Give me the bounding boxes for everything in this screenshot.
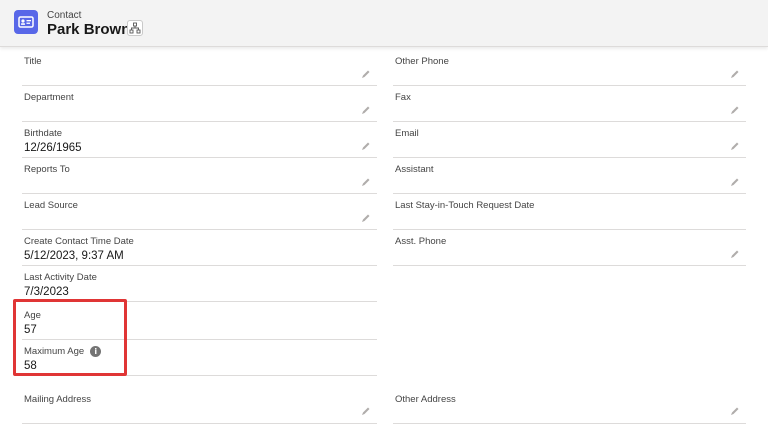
edit-pencil-icon[interactable] xyxy=(361,141,371,151)
field-create-contact-time-date: Create Contact Time Date 5/12/2023, 9:37… xyxy=(22,230,377,266)
record-header: Contact Park Brown xyxy=(0,0,768,47)
edit-pencil-icon[interactable] xyxy=(361,213,371,223)
field-department: Department xyxy=(22,86,377,122)
field-label: Department xyxy=(24,92,74,103)
field-lead-source: Lead Source xyxy=(22,194,377,230)
field-mailing-address: Mailing Address xyxy=(22,388,377,424)
field-label: Lead Source xyxy=(24,200,78,211)
edit-pencil-icon[interactable] xyxy=(730,69,740,79)
field-label: Birthdate xyxy=(24,128,63,139)
edit-pencil-icon[interactable] xyxy=(730,141,740,151)
edit-pencil-icon[interactable] xyxy=(361,177,371,187)
highlight-annotation-box xyxy=(13,299,127,376)
edit-pencil-icon[interactable] xyxy=(361,69,371,79)
field-label: Asst. Phone xyxy=(395,236,447,247)
field-label: Assistant xyxy=(395,164,434,175)
field-label: Last Activity Date xyxy=(24,272,97,283)
field-birthdate: Birthdate 12/26/1965 xyxy=(22,122,377,158)
field-label: Other Phone xyxy=(395,56,449,67)
field-label: Create Contact Time Date xyxy=(24,236,134,247)
field-value: 7/3/2023 xyxy=(24,286,69,298)
field-title: Title xyxy=(22,50,377,86)
field-label: Title xyxy=(24,56,42,67)
hierarchy-icon xyxy=(129,22,141,34)
field-label: Email xyxy=(395,128,419,139)
field-label: Reports To xyxy=(24,164,70,175)
field-label: Mailing Address xyxy=(24,394,92,405)
field-reports-to: Reports To xyxy=(22,158,377,194)
edit-pencil-icon[interactable] xyxy=(361,406,371,416)
edit-pencil-icon[interactable] xyxy=(730,406,740,416)
field-value: 5/12/2023, 9:37 AM xyxy=(24,250,124,262)
contact-card-icon xyxy=(14,10,38,34)
edit-pencil-icon[interactable] xyxy=(730,177,740,187)
object-type-label: Contact xyxy=(47,10,82,21)
field-other-phone: Other Phone xyxy=(393,50,746,86)
edit-pencil-icon[interactable] xyxy=(730,249,740,259)
field-label: Fax xyxy=(395,92,411,103)
field-last-stay-in-touch-request-date: Last Stay-in-Touch Request Date xyxy=(393,194,746,230)
field-last-activity-date: Last Activity Date 7/3/2023 xyxy=(22,266,377,302)
field-label: Other Address xyxy=(395,394,456,405)
field-email: Email xyxy=(393,122,746,158)
field-assistant: Assistant xyxy=(393,158,746,194)
field-label: Last Stay-in-Touch Request Date xyxy=(395,200,535,211)
hierarchy-button[interactable] xyxy=(127,20,143,36)
field-asst-phone: Asst. Phone xyxy=(393,230,746,266)
field-other-address: Other Address xyxy=(393,388,746,424)
field-value: 12/26/1965 xyxy=(24,142,82,154)
edit-pencil-icon[interactable] xyxy=(730,105,740,115)
edit-pencil-icon[interactable] xyxy=(361,105,371,115)
field-fax: Fax xyxy=(393,86,746,122)
record-title: Park Brown xyxy=(47,21,131,38)
